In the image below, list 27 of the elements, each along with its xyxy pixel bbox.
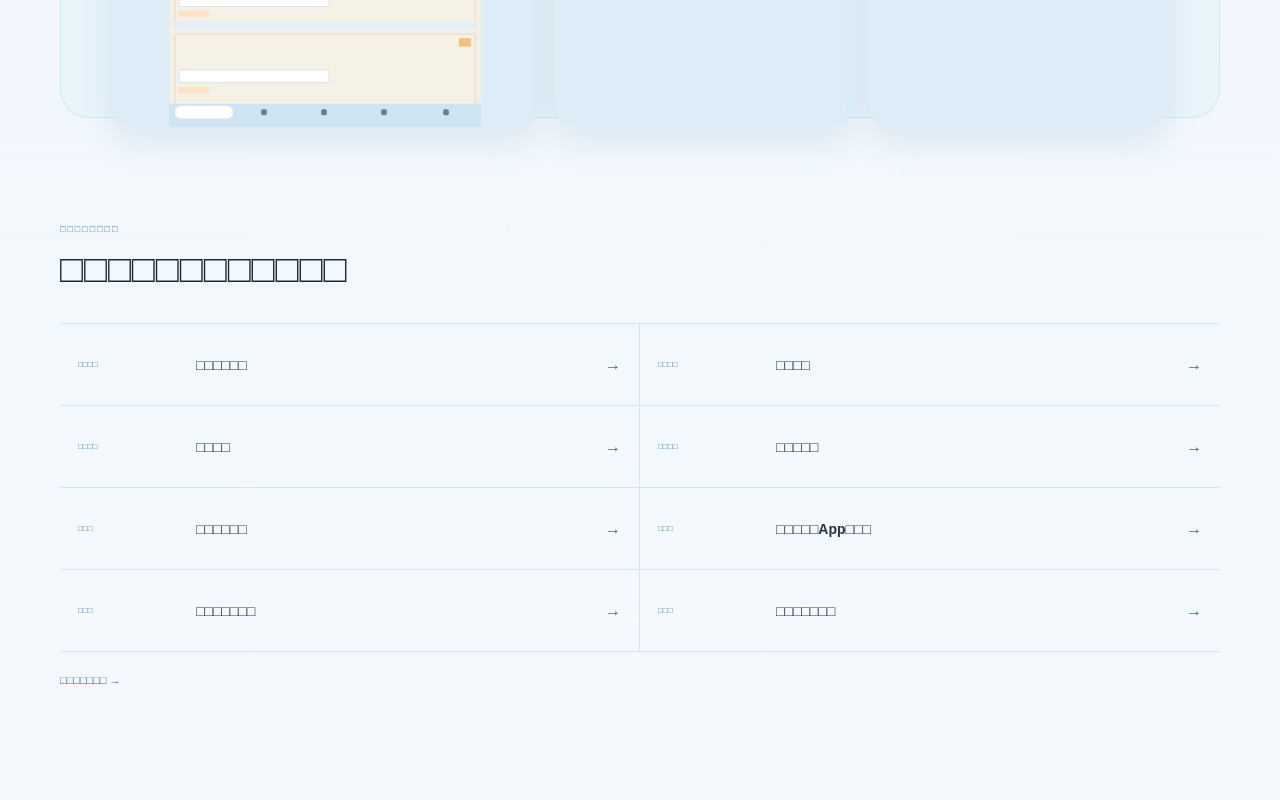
row-tag: □□□ bbox=[78, 606, 196, 615]
row-tag: □□□□ bbox=[78, 442, 196, 451]
row-title: □□□□ bbox=[776, 356, 811, 373]
section-heading: □□□□□□□□□□□□ bbox=[60, 248, 349, 291]
row-tag: □□□ bbox=[78, 524, 196, 533]
arrow-link[interactable]: → bbox=[605, 601, 621, 620]
arrow-link[interactable]: → bbox=[605, 519, 621, 538]
arrow-link[interactable]: → bbox=[1186, 355, 1202, 374]
arrow-link[interactable]: → bbox=[1186, 437, 1202, 456]
more-link[interactable]: □□□□□□□ → bbox=[60, 674, 121, 686]
row-title: □□□□□App□□□ bbox=[776, 520, 872, 537]
arrow-link[interactable]: → bbox=[605, 437, 621, 456]
row-title: □□□□□□□ bbox=[196, 602, 257, 619]
row-tag: □□□□ bbox=[658, 442, 776, 451]
row-title: □□□□□□ bbox=[196, 356, 248, 373]
section-eyebrow: □□□□□□□□ bbox=[60, 224, 121, 234]
row-tag: □□□ bbox=[658, 606, 776, 615]
row-title: □□□□□□ bbox=[196, 520, 248, 537]
row-tag: □□□ bbox=[658, 524, 776, 533]
row-title: □□□□□□□ bbox=[776, 602, 837, 619]
row-title: □□□□ bbox=[196, 438, 231, 455]
arrow-link[interactable]: → bbox=[605, 355, 621, 374]
row-tag: □□□□ bbox=[658, 360, 776, 369]
row-title: □□□□□ bbox=[776, 438, 820, 455]
arrow-link[interactable]: → bbox=[1186, 601, 1202, 620]
arrow-link[interactable]: → bbox=[1186, 519, 1202, 538]
row-tag: □□□□ bbox=[78, 360, 196, 369]
